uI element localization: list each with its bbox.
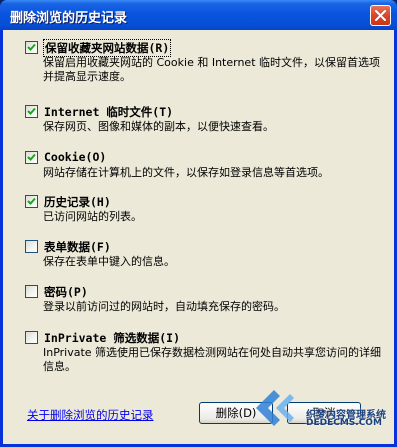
checkmark-icon bbox=[27, 153, 36, 161]
checkmark-icon bbox=[27, 197, 36, 205]
passwords-description: 登录以前访问过的网站时，自动填充保存的密码。 bbox=[43, 300, 285, 313]
dialog-body: 保留收藏夹网站数据(R) 保留启用收藏夹网站的 Cookie 和 Interne… bbox=[3, 30, 394, 444]
temporary-files-description: 保存网页、图像和媒体的副本，以便快速查看。 bbox=[43, 120, 274, 133]
cancel-button[interactable]: 取消 bbox=[287, 402, 361, 424]
passwords-label[interactable]: 密码(P) bbox=[43, 284, 89, 300]
form-data-label[interactable]: 表单数据(F) bbox=[43, 239, 112, 255]
history-checkbox[interactable] bbox=[25, 195, 38, 208]
inprivate-filtering-checkbox[interactable] bbox=[25, 331, 38, 344]
inprivate-filtering-description: InPrivate 筛选使用已保存数据检测网站在何处自动共享您访问的详细信息。 bbox=[43, 346, 382, 373]
close-button[interactable] bbox=[370, 5, 391, 26]
dialog-title: 删除浏览的历史记录 bbox=[10, 11, 128, 26]
cookies-checkbox[interactable] bbox=[25, 151, 38, 164]
preserve-favorites-label[interactable]: 保留收藏夹网站数据(R) bbox=[43, 39, 172, 57]
cookies-label[interactable]: Cookie(O) bbox=[43, 150, 107, 164]
form-data-description: 保存在表单中键入的信息。 bbox=[43, 255, 175, 268]
temporary-files-checkbox[interactable] bbox=[25, 105, 38, 118]
preserve-favorites-description: 保留启用收藏夹网站的 Cookie 和 Internet 临时文件，以保留首选项… bbox=[43, 56, 380, 83]
delete-button[interactable]: 删除(D) bbox=[199, 402, 273, 424]
history-label[interactable]: 历史记录(H) bbox=[43, 194, 112, 210]
passwords-checkbox[interactable] bbox=[25, 285, 38, 298]
inprivate-filtering-label[interactable]: InPrivate 筛选数据(I) bbox=[43, 330, 181, 346]
about-deleting-history-link[interactable]: 关于删除浏览的历史记录 bbox=[27, 407, 154, 423]
temporary-files-label[interactable]: Internet 临时文件(T) bbox=[43, 104, 174, 120]
checkmark-icon bbox=[27, 107, 36, 115]
title-bar[interactable]: 删除浏览的历史记录 bbox=[0, 0, 397, 30]
checkmark-icon bbox=[27, 43, 36, 51]
cookies-description: 网站存储在计算机上的文件，以保存如登录信息等首选项。 bbox=[43, 166, 329, 179]
form-data-checkbox[interactable] bbox=[25, 240, 38, 253]
delete-browsing-history-dialog: 删除浏览的历史记录 保留收藏夹网站数据(R) 保留启用收藏夹网站的 Cookie… bbox=[0, 0, 397, 447]
preserve-favorites-checkbox[interactable] bbox=[25, 41, 38, 54]
close-icon bbox=[375, 10, 386, 21]
history-description: 已访问网站的列表。 bbox=[43, 210, 142, 223]
